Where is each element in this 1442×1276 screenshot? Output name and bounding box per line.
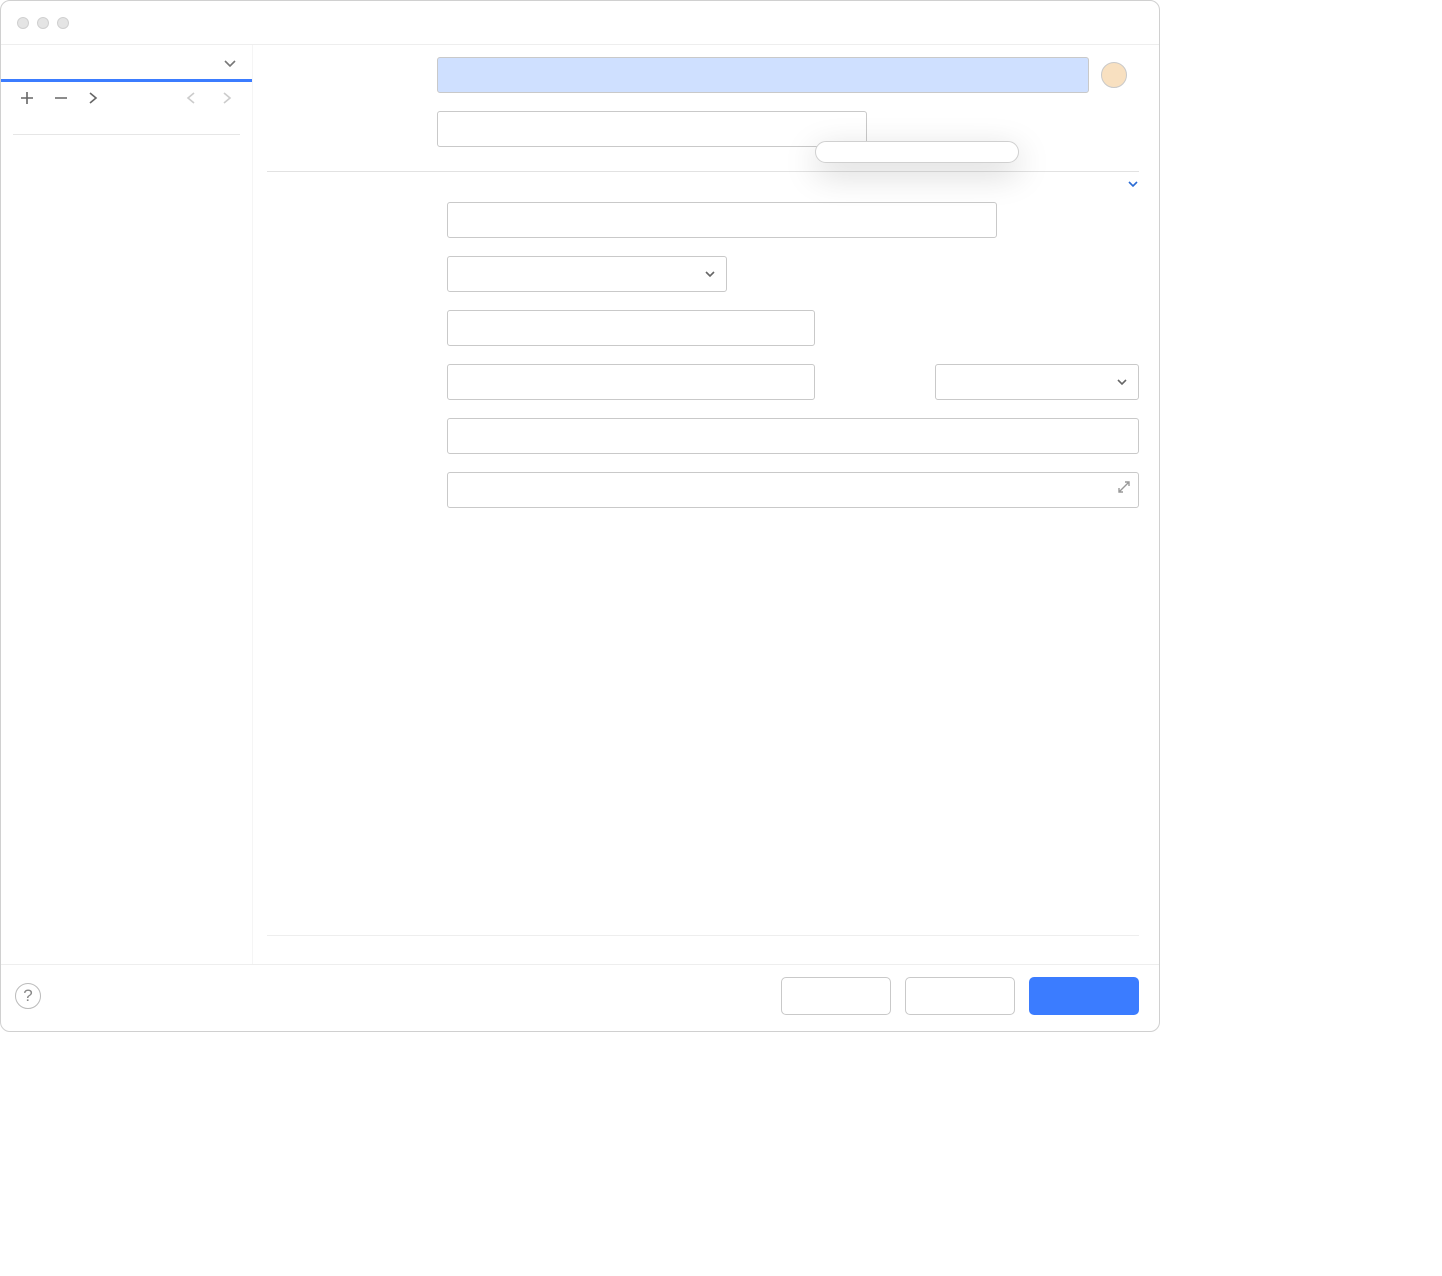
dialog-window: ? [0, 0, 1160, 1032]
chevron-right-icon[interactable] [87, 91, 99, 105]
titlebar [1, 1, 1159, 45]
color-picker-button[interactable] [1101, 62, 1127, 88]
ok-button[interactable] [1029, 977, 1139, 1015]
minimize-window-icon[interactable] [37, 17, 49, 29]
dialog-footer: ? [1, 964, 1159, 1031]
close-window-icon[interactable] [17, 17, 29, 29]
comment-input[interactable] [437, 111, 867, 147]
sidebar-toolbar [1, 82, 252, 114]
name-input[interactable] [437, 57, 1089, 93]
back-icon [184, 91, 200, 105]
sidebar-header[interactable] [1, 45, 252, 82]
sidebar-item-problems[interactable] [1, 145, 252, 161]
more-options-link[interactable] [1127, 174, 1139, 194]
expand-icon[interactable] [1117, 480, 1131, 494]
remove-icon[interactable] [53, 90, 69, 106]
add-icon[interactable] [19, 90, 35, 106]
forward-icon [218, 91, 234, 105]
password-input[interactable] [447, 364, 815, 400]
window-controls [1, 17, 69, 29]
url-input[interactable] [447, 472, 1139, 508]
user-input[interactable] [447, 310, 815, 346]
main-panel [253, 45, 1159, 964]
auth-select[interactable] [447, 256, 727, 292]
apply-button[interactable] [905, 977, 1015, 1015]
zoom-window-icon[interactable] [57, 17, 69, 29]
sidebar [1, 45, 253, 964]
save-select[interactable] [935, 364, 1139, 400]
divider [13, 134, 240, 135]
color-popover [815, 141, 1019, 163]
host-input[interactable] [447, 202, 997, 238]
sidebar-section-title [1, 114, 252, 124]
help-icon[interactable]: ? [15, 983, 41, 1009]
cancel-button[interactable] [781, 977, 891, 1015]
database-input[interactable] [447, 418, 1139, 454]
chevron-down-icon [222, 55, 238, 71]
connection-info-row [267, 172, 1139, 196]
